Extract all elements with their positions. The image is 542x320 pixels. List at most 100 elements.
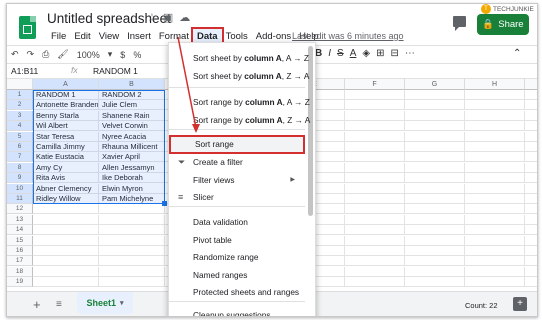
undo-icon[interactable]: ↶ — [7, 49, 23, 60]
cloud-status-icon[interactable]: ☁ — [179, 11, 190, 24]
grid-cell[interactable] — [465, 194, 525, 204]
grid-cell[interactable] — [345, 100, 405, 111]
borders-icon[interactable]: ⊞ — [376, 48, 384, 59]
collapse-toolbar-icon[interactable]: ⌃ — [513, 48, 521, 59]
formula-input[interactable]: RANDOM 1 — [93, 66, 138, 76]
row-header[interactable]: 2 — [7, 100, 33, 111]
grid-cell[interactable] — [465, 256, 525, 267]
grid-cell[interactable] — [345, 214, 405, 225]
grid-cell[interactable] — [465, 235, 525, 246]
grid-cell[interactable] — [405, 277, 465, 288]
grid-cell[interactable] — [99, 225, 165, 236]
grid-cell[interactable] — [405, 100, 465, 111]
column-header[interactable]: I — [525, 79, 537, 90]
grid-cell[interactable] — [99, 266, 165, 277]
menu-item-sort-range[interactable]: Sort range — [169, 135, 305, 154]
grid-cell[interactable] — [345, 162, 405, 173]
grid-cell[interactable] — [99, 214, 165, 225]
menu-item-sort-sheet-by-column-a[interactable]: Sort sheet by column A, Z → A — [169, 69, 309, 84]
bold-icon[interactable]: B — [315, 48, 322, 59]
column-header[interactable]: G — [405, 79, 465, 90]
grid-cell[interactable] — [525, 277, 537, 287]
select-all-corner[interactable] — [7, 79, 33, 90]
share-button[interactable]: 🔒 Share — [477, 14, 529, 35]
grid-cell[interactable] — [405, 121, 465, 132]
row-header[interactable]: 14 — [7, 225, 33, 236]
strikethrough-icon[interactable]: S — [337, 48, 344, 59]
grid-cell[interactable] — [99, 204, 165, 215]
grid-cell[interactable] — [405, 235, 465, 246]
row-header[interactable]: 3 — [7, 110, 33, 121]
grid-cell[interactable] — [345, 110, 405, 121]
print-icon[interactable]: ⎙ — [38, 49, 53, 60]
currency-format-button[interactable]: $ — [116, 50, 129, 60]
grid-cell[interactable] — [405, 162, 465, 173]
row-header[interactable]: 9 — [7, 173, 33, 184]
grid-cell[interactable] — [465, 214, 525, 225]
fill-handle[interactable] — [162, 201, 167, 206]
column-header[interactable]: B — [99, 79, 165, 90]
percent-format-button[interactable]: % — [129, 50, 145, 60]
grid-cell[interactable] — [525, 184, 537, 194]
grid-cell[interactable] — [33, 246, 99, 256]
column-header[interactable]: A — [33, 79, 99, 90]
grid-cell[interactable] — [525, 267, 537, 277]
grid-cell[interactable] — [345, 277, 405, 288]
grid-cell[interactable] — [525, 225, 537, 235]
grid-cell[interactable] — [345, 90, 405, 100]
grid-cell[interactable] — [33, 256, 99, 267]
grid-cell[interactable] — [345, 131, 405, 142]
grid-cell[interactable] — [33, 214, 99, 225]
grid-cell[interactable] — [525, 121, 537, 131]
grid-cell[interactable] — [405, 110, 465, 121]
italic-icon[interactable]: I — [328, 48, 331, 59]
grid-cell[interactable] — [405, 194, 465, 204]
more-options-icon[interactable]: ⋯ — [405, 48, 415, 59]
grid-cell[interactable] — [345, 194, 405, 204]
grid-cell[interactable] — [525, 142, 537, 152]
grid-cell[interactable] — [405, 152, 465, 163]
grid-cell[interactable] — [345, 173, 405, 184]
grid-cell[interactable] — [405, 173, 465, 184]
grid-cell[interactable] — [525, 152, 537, 162]
grid-cell[interactable] — [405, 246, 465, 256]
grid-cell[interactable] — [33, 204, 99, 215]
menu-item-filter-views[interactable]: Filter views ▶ — [169, 173, 305, 188]
menu-file[interactable]: File — [47, 29, 70, 44]
grid-cell[interactable] — [525, 215, 537, 225]
grid-cell[interactable] — [99, 277, 165, 288]
grid-cell[interactable] — [345, 256, 405, 267]
grid-cell[interactable] — [465, 131, 525, 142]
row-header[interactable]: 11 — [7, 194, 33, 204]
grid-cell[interactable] — [525, 194, 537, 204]
grid-cell[interactable] — [345, 142, 405, 152]
fill-color-icon[interactable]: ◈ — [362, 48, 370, 59]
grid-cell[interactable] — [465, 277, 525, 288]
grid-cell[interactable] — [345, 246, 405, 256]
grid-cell[interactable] — [465, 204, 525, 215]
menu-view[interactable]: View — [95, 29, 123, 44]
grid-cell[interactable] — [465, 100, 525, 111]
grid-cell[interactable] — [465, 183, 525, 194]
last-edit-link[interactable]: Last edit was 6 minutes ago — [292, 31, 404, 41]
comment-history-icon[interactable] — [453, 16, 466, 31]
name-box[interactable]: A1:B11 — [11, 66, 38, 76]
grid-cell[interactable] — [405, 90, 465, 100]
menu-item-slicer[interactable]: ≡ Slicer — [169, 190, 305, 205]
zoom-select[interactable]: 100% — [73, 50, 104, 60]
grid-cell[interactable] — [465, 121, 525, 132]
grid-cell[interactable] — [465, 246, 525, 256]
redo-icon[interactable]: ↷ — [23, 49, 39, 60]
grid-cell[interactable] — [405, 142, 465, 152]
merge-cells-icon[interactable]: ⊟ — [390, 48, 398, 59]
menu-item-sort-range-by-column-a[interactable]: Sort range by column A, A → Z — [169, 95, 310, 110]
grid-cell[interactable] — [33, 266, 99, 277]
grid-cell[interactable] — [405, 266, 465, 277]
menu-item-sort-range-by-column-a[interactable]: Sort range by column A, Z → A — [169, 113, 310, 128]
sheet-tab[interactable]: Sheet1 ▾ — [77, 292, 133, 314]
grid-cell[interactable] — [405, 183, 465, 194]
row-header[interactable]: 4 — [7, 121, 33, 132]
all-sheets-icon[interactable]: ≡ — [56, 299, 62, 310]
grid-cell[interactable] — [99, 235, 165, 246]
menu-item-create-a-filter[interactable]: ⏷ Create a filter — [169, 155, 305, 170]
